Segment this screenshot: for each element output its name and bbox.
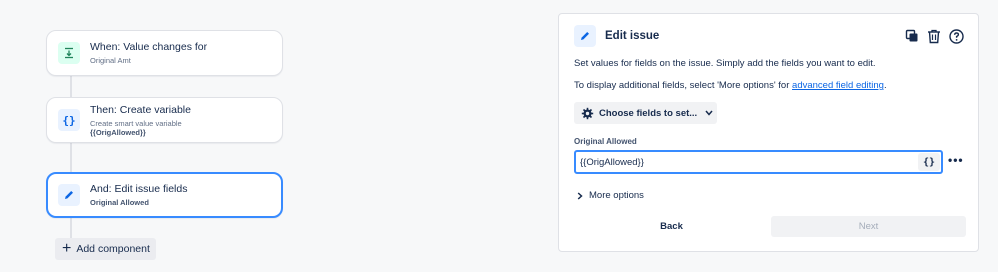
advanced-field-editing-link[interactable]: advanced field editing <box>792 80 884 91</box>
add-component-button[interactable]: + Add component <box>55 238 156 260</box>
field-value[interactable]: {{OrigAllowed}} <box>580 157 918 168</box>
hint-text: To display additional fields, select 'Mo… <box>574 80 793 91</box>
trigger-subtitle: Original Amt <box>90 56 131 65</box>
flow-connector <box>70 76 72 97</box>
edit-title: And: Edit issue fields <box>90 183 188 195</box>
flow-connector <box>70 218 72 238</box>
chevron-down-icon <box>705 110 713 116</box>
rule-canvas: When: Value changes for Original Amt {} … <box>0 0 540 272</box>
value-changed-icon <box>58 42 80 64</box>
choose-fields-button[interactable]: Choose fields to set... <box>574 102 717 124</box>
smart-value-button[interactable]: {} <box>918 153 940 171</box>
pencil-icon <box>58 184 80 206</box>
panel-title: Edit issue <box>605 30 660 42</box>
edit-issue-panel: Edit issue Set values for fields on the … <box>558 13 979 252</box>
edit-subtitle: Original Allowed <box>90 198 149 207</box>
create-variable-card[interactable]: {} Then: Create variable Create smart va… <box>46 97 283 143</box>
more-actions-icon[interactable]: ••• <box>948 153 964 167</box>
smart-value-icon: {} <box>58 109 80 131</box>
trigger-title: When: Value changes for <box>90 41 208 53</box>
back-button[interactable]: Back <box>574 216 769 237</box>
trash-icon[interactable] <box>926 28 942 44</box>
trigger-card[interactable]: When: Value changes for Original Amt <box>46 30 283 76</box>
edit-issue-card[interactable]: And: Edit issue fields Original Allowed <box>46 172 283 218</box>
original-allowed-field[interactable]: {{OrigAllowed}} {} <box>574 150 943 174</box>
choose-fields-label: Choose fields to set... <box>599 107 698 119</box>
panel-header: Edit issue <box>574 25 659 47</box>
add-component-label: Add component <box>76 243 150 255</box>
hint-suffix: . <box>883 80 887 91</box>
next-button[interactable]: Next <box>771 216 966 237</box>
panel-description: Set values for fields on the issue. Simp… <box>574 58 876 69</box>
panel-actions <box>904 28 964 44</box>
help-icon[interactable] <box>948 28 964 44</box>
gear-icon <box>581 107 594 120</box>
copy-icon[interactable] <box>904 28 920 44</box>
chevron-right-icon <box>577 191 583 200</box>
field-label: Original Allowed <box>574 137 637 146</box>
pencil-icon <box>574 25 596 47</box>
advanced-editing-hint: To display additional fields, select 'Mo… <box>574 80 887 91</box>
flow-connector <box>70 143 72 172</box>
variable-title: Then: Create variable <box>90 103 191 116</box>
more-options-toggle[interactable]: More options <box>577 190 644 201</box>
more-options-label: More options <box>589 190 644 201</box>
plus-icon: + <box>62 240 72 257</box>
variable-subtitle: Create smart value variable <box>90 118 182 128</box>
variable-name: {{OrigAllowed}} <box>90 127 146 137</box>
